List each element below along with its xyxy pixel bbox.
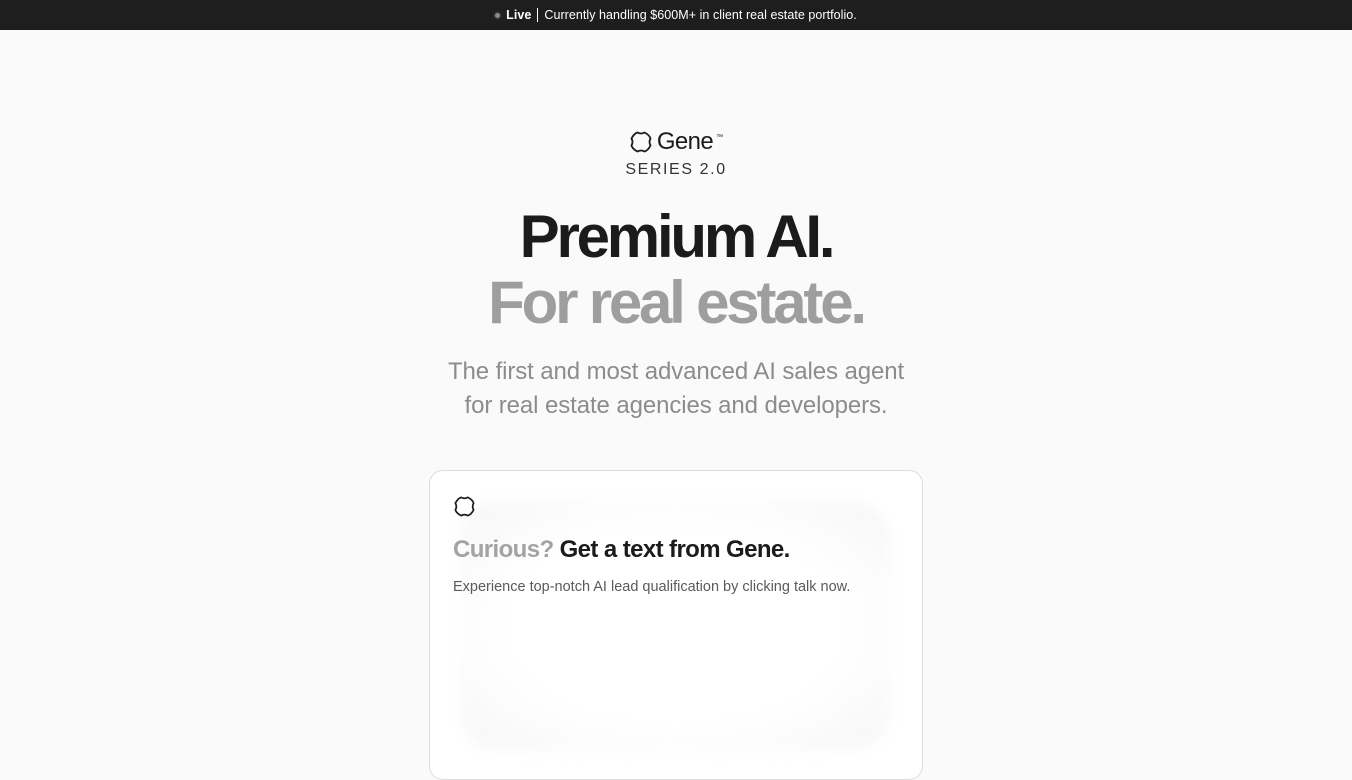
card-title: Curious? Get a text from Gene. xyxy=(453,535,790,565)
announcement-message: Currently handling $600M+ in client real… xyxy=(544,8,857,22)
live-status-dot-icon xyxy=(495,12,501,18)
gene-logo-icon xyxy=(454,496,475,517)
live-label: Live xyxy=(506,8,532,22)
series-label: SERIES 2.0 xyxy=(625,161,727,178)
brand-name: Gene xyxy=(656,128,714,155)
card-description: Experience top-notch AI lead qualificati… xyxy=(453,579,851,595)
card-title-strong: Get a text from Gene. xyxy=(559,536,791,563)
announcement-bar: Live Currently handling $600M+ in client… xyxy=(0,0,1352,30)
hero-subtitle: The first and most advanced AI sales age… xyxy=(0,355,1352,423)
hero-headline-secondary: For real estate. xyxy=(488,269,867,336)
hero-headline-primary: Premium AI. xyxy=(519,203,836,270)
hero-subtitle-line-2: for real estate agencies and developers. xyxy=(464,392,888,419)
get-text-card: Curious? Get a text from Gene. Experienc… xyxy=(429,470,923,780)
trademark-symbol: ™ xyxy=(716,134,724,141)
divider xyxy=(537,8,539,22)
brand-logo[interactable]: Gene ™ xyxy=(0,128,1352,156)
card-title-muted: Curious? xyxy=(453,536,554,563)
hero-subtitle-line-1: The first and most advanced AI sales age… xyxy=(447,358,905,385)
gene-logo-icon xyxy=(630,131,652,153)
